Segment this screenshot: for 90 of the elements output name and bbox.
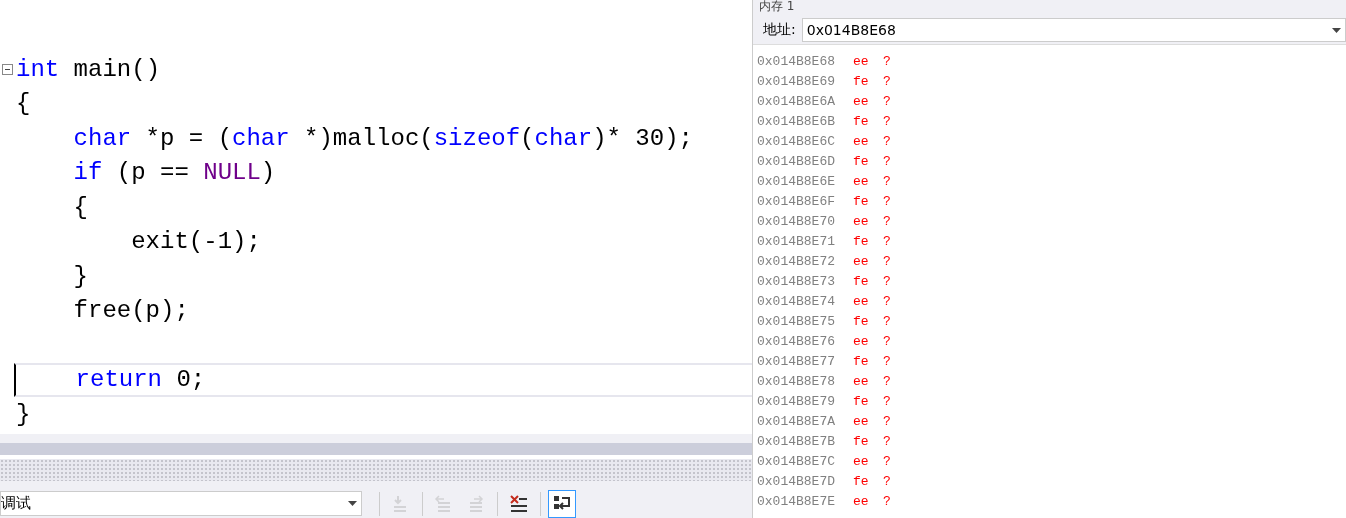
- code-line: return 0;: [74, 366, 206, 394]
- panel-grip[interactable]: [0, 459, 752, 481]
- memory-char: ?: [883, 153, 891, 169]
- memory-byte: ee: [853, 173, 870, 189]
- memory-char: ?: [883, 373, 891, 389]
- memory-char: ?: [883, 253, 891, 269]
- memory-char: ?: [883, 353, 891, 369]
- code-line: free(p);: [72, 297, 189, 325]
- panel-title: 内存 1: [759, 0, 795, 13]
- memory-char: ?: [883, 293, 891, 309]
- address-field[interactable]: 0x014B8E68: [801, 18, 1346, 42]
- memory-byte: ee: [853, 133, 870, 149]
- memory-address: 0x014B8E6E: [757, 173, 836, 189]
- clear-all-icon: [508, 492, 530, 515]
- memory-byte: fe: [853, 353, 870, 369]
- memory-address: 0x014B8E75: [757, 313, 836, 329]
- code-line: }: [72, 262, 88, 290]
- memory-byte: ee: [853, 493, 870, 509]
- memory-byte: fe: [853, 73, 870, 89]
- address-label: 地址:: [763, 21, 796, 39]
- memory-address: 0x014B8E6C: [757, 133, 836, 149]
- memory-address: 0x014B8E7A: [757, 413, 836, 429]
- memory-address: 0x014B8E70: [757, 213, 836, 229]
- memory-byte: ee: [853, 293, 870, 309]
- memory-char: ?: [883, 493, 891, 509]
- splitter-bar[interactable]: [0, 443, 752, 455]
- memory-byte: ee: [853, 453, 870, 469]
- memory-char: ?: [883, 173, 891, 189]
- memory-char: ?: [883, 273, 891, 289]
- memory-byte: fe: [853, 193, 870, 209]
- output-source-dropdown[interactable]: 调试: [0, 491, 362, 516]
- memory-byte: ee: [853, 413, 870, 429]
- memory-address: 0x014B8E73: [757, 273, 836, 289]
- code-line: {: [16, 90, 31, 118]
- memory-char: ?: [883, 73, 891, 89]
- memory-byte: fe: [853, 313, 870, 329]
- memory-byte: fe: [853, 153, 870, 169]
- memory-byte: fe: [853, 433, 870, 449]
- memory-byte: ee: [853, 253, 870, 269]
- memory-char: ?: [883, 433, 891, 449]
- memory-char: ?: [883, 333, 891, 349]
- memory-address: 0x014B8E7B: [757, 433, 836, 449]
- code-line: }: [16, 400, 31, 428]
- code-line: int main(): [16, 55, 161, 83]
- memory-address: 0x014B8E76: [757, 333, 836, 349]
- memory-address: 0x014B8E69: [757, 73, 836, 89]
- code-line: char *p = (char *)malloc(sizeof(char)* 30);: [72, 124, 693, 152]
- memory-address: 0x014B8E78: [757, 373, 836, 389]
- memory-byte: fe: [853, 273, 870, 289]
- code-line: {: [72, 193, 88, 221]
- memory-byte: fe: [853, 233, 870, 249]
- memory-address: 0x014B8E71: [757, 233, 836, 249]
- memory-address: 0x014B8E7D: [757, 473, 836, 489]
- memory-char: ?: [883, 233, 891, 249]
- memory-byte: ee: [853, 213, 870, 229]
- memory-byte: fe: [853, 113, 870, 129]
- memory-address: 0x014B8E7C: [757, 453, 836, 469]
- memory-address: 0x014B8E79: [757, 393, 836, 409]
- dropdown-arrow-icon: [1332, 27, 1341, 33]
- memory-byte: ee: [853, 93, 870, 109]
- dropdown-arrow-icon: [348, 501, 357, 506]
- memory-address: 0x014B8E68: [757, 53, 836, 69]
- memory-char: ?: [883, 193, 891, 209]
- memory-char: ?: [883, 453, 891, 469]
- memory-char: ?: [883, 313, 891, 329]
- memory-char: ?: [883, 133, 891, 149]
- memory-address: 0x014B8E6D: [757, 153, 836, 169]
- memory-byte: ee: [853, 53, 870, 69]
- memory-byte: ee: [853, 373, 870, 389]
- memory-char: ?: [883, 413, 891, 429]
- code-line: exit(-1);: [130, 228, 261, 256]
- collapse-icon[interactable]: [1, 63, 13, 75]
- memory-char: ?: [883, 393, 891, 409]
- memory-byte: fe: [853, 473, 870, 489]
- memory-address: 0x014B8E72: [757, 253, 836, 269]
- word-wrap-button[interactable]: [548, 489, 576, 518]
- memory-byte: ee: [853, 333, 870, 349]
- code-line: if (p == NULL): [72, 159, 276, 187]
- memory-char: ?: [883, 113, 891, 129]
- memory-char: ?: [883, 93, 891, 109]
- memory-char: ?: [883, 53, 891, 69]
- memory-byte: fe: [853, 393, 870, 409]
- memory-address: 0x014B8E6F: [757, 193, 836, 209]
- memory-address: 0x014B8E6A: [757, 93, 836, 109]
- memory-char: ?: [883, 213, 891, 229]
- memory-char: ?: [883, 473, 891, 489]
- memory-address: 0x014B8E77: [757, 353, 836, 369]
- memory-address: 0x014B8E7E: [757, 493, 836, 509]
- memory-address: 0x014B8E74: [757, 293, 836, 309]
- memory-address: 0x014B8E6B: [757, 113, 836, 129]
